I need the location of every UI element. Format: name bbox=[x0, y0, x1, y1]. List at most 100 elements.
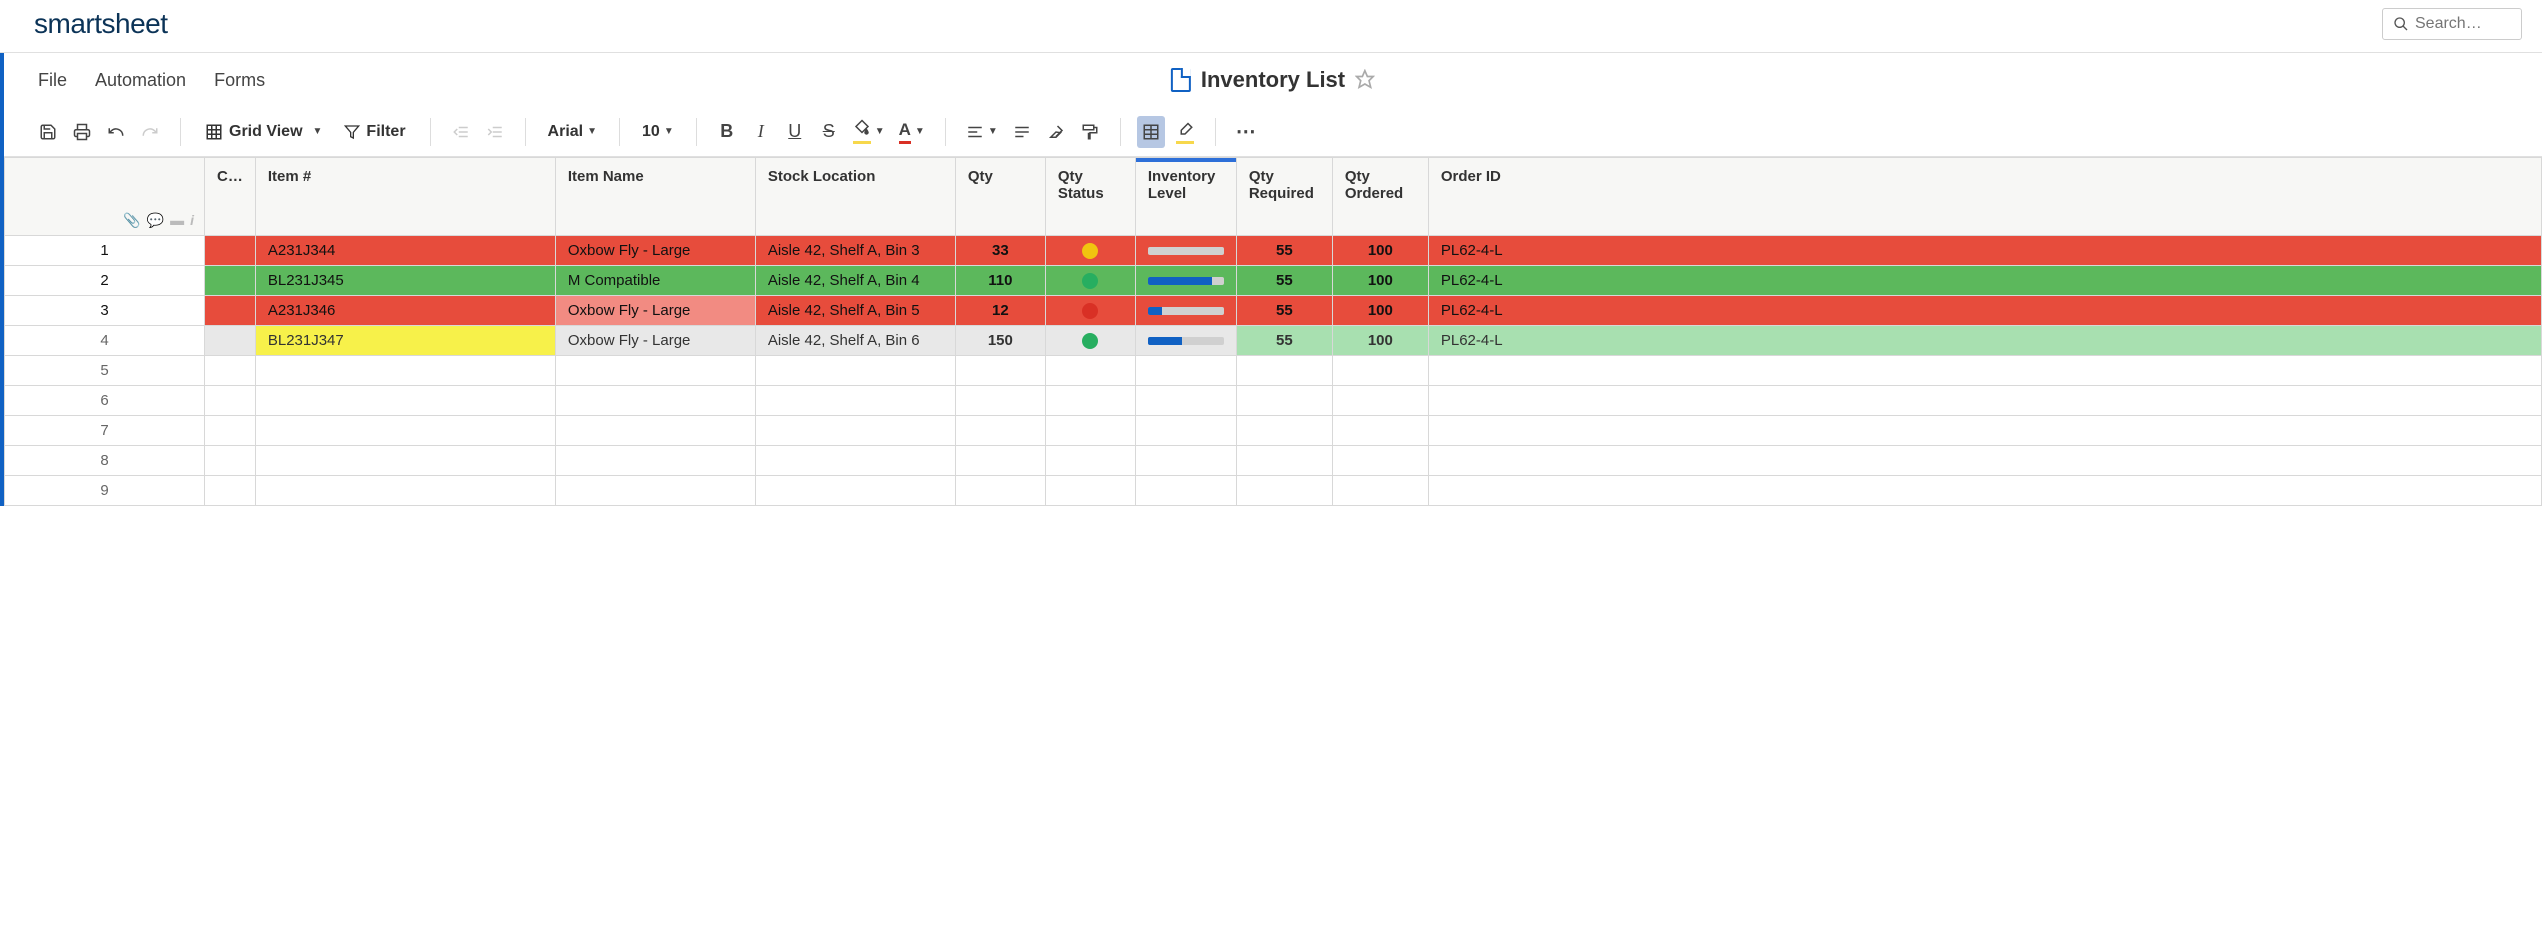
underline-button[interactable]: U bbox=[781, 116, 809, 148]
cell-qty-req[interactable]: 55 bbox=[1236, 236, 1332, 266]
empty-cell[interactable] bbox=[1135, 416, 1236, 446]
text-color-button[interactable]: A ▼ bbox=[895, 116, 929, 148]
col-c[interactable]: C… bbox=[205, 158, 256, 236]
clear-format-button[interactable] bbox=[1042, 116, 1070, 148]
cell-c[interactable] bbox=[205, 236, 256, 266]
highlight-changes-button[interactable] bbox=[1171, 116, 1199, 148]
cell-qty[interactable]: 12 bbox=[955, 296, 1045, 326]
cell-inv-level[interactable] bbox=[1135, 266, 1236, 296]
empty-cell[interactable] bbox=[255, 356, 555, 386]
row-number[interactable]: 6 bbox=[5, 386, 205, 416]
empty-cell[interactable] bbox=[255, 446, 555, 476]
empty-cell[interactable] bbox=[205, 416, 256, 446]
cell-stock-loc[interactable]: Aisle 42, Shelf A, Bin 5 bbox=[755, 296, 955, 326]
redo-button[interactable] bbox=[136, 116, 164, 148]
empty-cell[interactable] bbox=[1236, 356, 1332, 386]
cell-qty[interactable]: 33 bbox=[955, 236, 1045, 266]
wrap-button[interactable] bbox=[1008, 116, 1036, 148]
empty-cell[interactable] bbox=[1428, 476, 2541, 506]
row-number[interactable]: 7 bbox=[5, 416, 205, 446]
cell-qty-ord[interactable]: 100 bbox=[1332, 326, 1428, 356]
indent-button[interactable] bbox=[481, 116, 509, 148]
cell-qty-status[interactable] bbox=[1045, 236, 1135, 266]
cell-qty-status[interactable] bbox=[1045, 296, 1135, 326]
cell-item-name[interactable]: Oxbow Fly - Large bbox=[555, 326, 755, 356]
empty-cell[interactable] bbox=[1045, 416, 1135, 446]
outdent-button[interactable] bbox=[447, 116, 475, 148]
col-inv-level[interactable]: Inventory Level bbox=[1135, 158, 1236, 236]
search-box[interactable] bbox=[2382, 8, 2522, 40]
col-qty-req[interactable]: Qty Required bbox=[1236, 158, 1332, 236]
save-button[interactable] bbox=[34, 116, 62, 148]
comments-icon[interactable]: 💬 bbox=[147, 212, 164, 229]
cell-order-id[interactable]: PL62-4-L bbox=[1428, 236, 2541, 266]
table-row[interactable]: 5 bbox=[5, 356, 2542, 386]
empty-cell[interactable] bbox=[1332, 446, 1428, 476]
empty-cell[interactable] bbox=[1428, 386, 2541, 416]
empty-cell[interactable] bbox=[755, 446, 955, 476]
document-title[interactable]: Inventory List bbox=[1201, 67, 1345, 93]
col-stock-loc[interactable]: Stock Location bbox=[755, 158, 955, 236]
print-button[interactable] bbox=[68, 116, 96, 148]
empty-cell[interactable] bbox=[1428, 446, 2541, 476]
menu-automation[interactable]: Automation bbox=[95, 70, 186, 91]
more-button[interactable]: ⋯ bbox=[1232, 116, 1262, 148]
cell-qty[interactable]: 150 bbox=[955, 326, 1045, 356]
empty-cell[interactable] bbox=[1332, 386, 1428, 416]
cell-item-no[interactable]: BL231J345 bbox=[255, 266, 555, 296]
cell-inv-level[interactable] bbox=[1135, 326, 1236, 356]
undo-button[interactable] bbox=[102, 116, 130, 148]
row-number[interactable]: 2 bbox=[5, 266, 205, 296]
empty-cell[interactable] bbox=[555, 416, 755, 446]
cell-item-no[interactable]: BL231J347 bbox=[255, 326, 555, 356]
cell-qty-req[interactable]: 55 bbox=[1236, 296, 1332, 326]
empty-cell[interactable] bbox=[1045, 446, 1135, 476]
empty-cell[interactable] bbox=[205, 476, 256, 506]
cell-item-no[interactable]: A231J346 bbox=[255, 296, 555, 326]
cell-item-no[interactable]: A231J344 bbox=[255, 236, 555, 266]
row-number[interactable]: 5 bbox=[5, 356, 205, 386]
empty-cell[interactable] bbox=[1135, 446, 1236, 476]
cell-item-name[interactable]: M Compatible bbox=[555, 266, 755, 296]
bold-button[interactable]: B bbox=[713, 116, 741, 148]
cell-stock-loc[interactable]: Aisle 42, Shelf A, Bin 4 bbox=[755, 266, 955, 296]
empty-cell[interactable] bbox=[205, 386, 256, 416]
cell-qty-ord[interactable]: 100 bbox=[1332, 296, 1428, 326]
cell-qty-status[interactable] bbox=[1045, 326, 1135, 356]
table-row[interactable]: 4BL231J347Oxbow Fly - LargeAisle 42, She… bbox=[5, 326, 2542, 356]
empty-cell[interactable] bbox=[555, 446, 755, 476]
cell-c[interactable] bbox=[205, 296, 256, 326]
empty-cell[interactable] bbox=[1236, 386, 1332, 416]
col-order-id[interactable]: Order ID bbox=[1428, 158, 2541, 236]
align-button[interactable]: ▼ bbox=[962, 116, 1002, 148]
table-row[interactable]: 7 bbox=[5, 416, 2542, 446]
empty-cell[interactable] bbox=[755, 476, 955, 506]
empty-cell[interactable] bbox=[1236, 446, 1332, 476]
cell-order-id[interactable]: PL62-4-L bbox=[1428, 326, 2541, 356]
empty-cell[interactable] bbox=[955, 446, 1045, 476]
empty-cell[interactable] bbox=[255, 386, 555, 416]
empty-cell[interactable] bbox=[755, 416, 955, 446]
info-icon[interactable]: i bbox=[190, 212, 194, 229]
empty-cell[interactable] bbox=[1332, 476, 1428, 506]
cell-inv-level[interactable] bbox=[1135, 236, 1236, 266]
empty-cell[interactable] bbox=[755, 356, 955, 386]
col-item-no[interactable]: Item # bbox=[255, 158, 555, 236]
empty-cell[interactable] bbox=[1332, 416, 1428, 446]
cell-item-name[interactable]: Oxbow Fly - Large bbox=[555, 236, 755, 266]
row-number[interactable]: 8 bbox=[5, 446, 205, 476]
col-item-name[interactable]: Item Name bbox=[555, 158, 755, 236]
empty-cell[interactable] bbox=[1135, 356, 1236, 386]
empty-cell[interactable] bbox=[1236, 476, 1332, 506]
font-family-select[interactable]: Arial▼ bbox=[542, 123, 603, 141]
favorite-star-icon[interactable] bbox=[1355, 69, 1375, 92]
empty-cell[interactable] bbox=[1428, 416, 2541, 446]
empty-cell[interactable] bbox=[1332, 356, 1428, 386]
cell-item-name[interactable]: Oxbow Fly - Large bbox=[555, 296, 755, 326]
empty-cell[interactable] bbox=[1045, 476, 1135, 506]
cell-qty-req[interactable]: 55 bbox=[1236, 266, 1332, 296]
view-switcher[interactable]: Grid View ▼ bbox=[197, 119, 330, 145]
empty-cell[interactable] bbox=[755, 386, 955, 416]
table-row[interactable]: 9 bbox=[5, 476, 2542, 506]
cell-order-id[interactable]: PL62-4-L bbox=[1428, 296, 2541, 326]
